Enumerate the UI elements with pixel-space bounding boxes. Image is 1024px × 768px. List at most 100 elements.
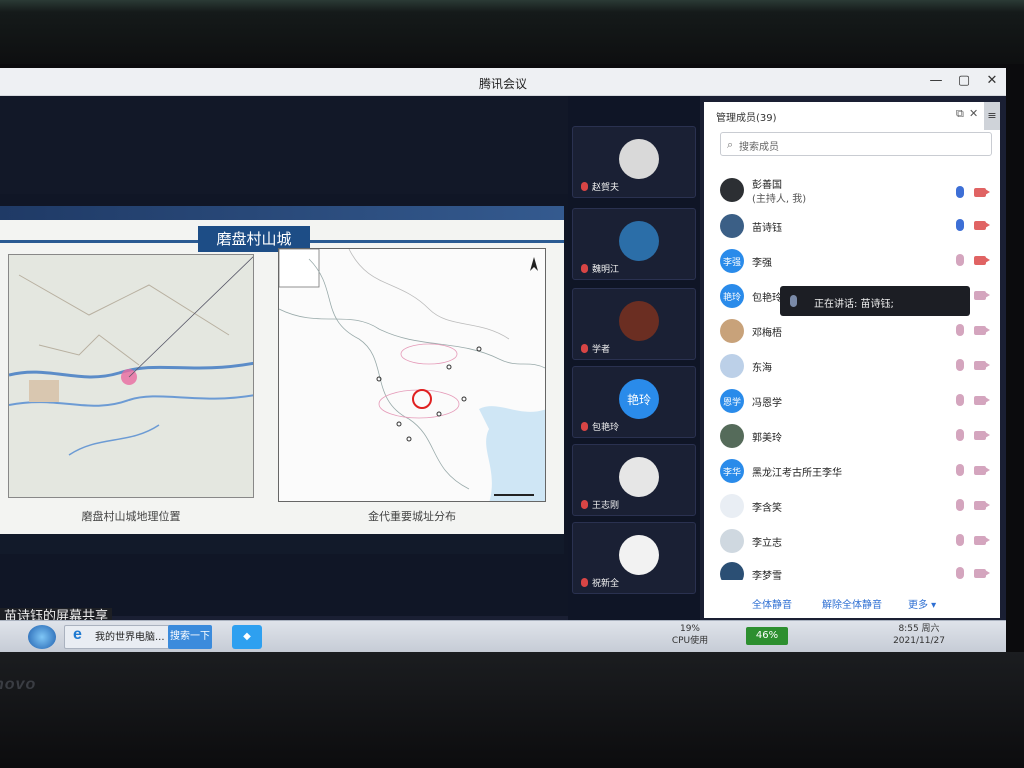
monitor-bezel-bottom xyxy=(0,652,1024,768)
member-row[interactable]: 邓梅梧 xyxy=(720,315,992,347)
camera-off-icon[interactable] xyxy=(974,361,990,370)
camera-off-icon[interactable] xyxy=(974,431,990,440)
member-avatar xyxy=(720,529,744,553)
member-name: 冯恩学 xyxy=(752,398,782,409)
caption-location-map: 磨盘村山城地理位置 xyxy=(81,511,181,523)
member-row[interactable]: 李强 李强 xyxy=(720,245,992,277)
avatar-initials: 艳玲 xyxy=(626,392,651,407)
distribution-map xyxy=(278,248,546,502)
camera-icon[interactable] xyxy=(974,188,990,197)
taskbar-search-button[interactable]: 搜索一下 xyxy=(168,625,212,649)
cpu-usage-indicator: 19% CPU使用 xyxy=(668,623,712,651)
video-tile[interactable]: 祝新全 xyxy=(572,522,696,594)
window-title: 腾讯会议 xyxy=(478,77,527,91)
video-tile[interactable]: 艳玲 包艳玲 xyxy=(572,366,696,438)
close-button[interactable]: ✕ xyxy=(984,72,1000,90)
tencent-meeting-taskbar-icon[interactable]: ◆ xyxy=(232,625,262,649)
maximize-button[interactable]: ▢ xyxy=(956,72,972,90)
shared-slide: 磨盘村山城 磨盘村山城地理位置 金代重要城址分布 xyxy=(0,206,564,626)
more-button[interactable]: 更多 ▾ xyxy=(908,596,936,611)
member-row[interactable]: 彭善国 (主持人, 我) xyxy=(720,172,992,212)
microphone-muted-icon[interactable] xyxy=(956,359,964,371)
microphone-icon[interactable] xyxy=(956,219,964,231)
video-strip[interactable]: 赵賀夫 魏明江 学者 艳玲 包艳玲 王志刚 祝新全 xyxy=(568,96,700,626)
camera-icon[interactable] xyxy=(974,221,990,230)
participant-name: 赵賀夫 xyxy=(592,183,620,193)
microphone-muted-icon[interactable] xyxy=(956,567,964,579)
camera-off-icon[interactable] xyxy=(974,569,990,578)
video-tile[interactable]: 魏明江 xyxy=(572,208,696,280)
microphone-muted-icon[interactable] xyxy=(956,534,964,546)
panel-menu-button[interactable]: ≡ xyxy=(984,102,1000,130)
video-tile[interactable]: 王志刚 xyxy=(572,444,696,516)
member-row[interactable]: 东海 xyxy=(720,350,992,382)
member-row[interactable]: 恩学 冯恩学 xyxy=(720,385,992,417)
member-name: 李梦雪 xyxy=(752,571,782,580)
mic-muted-icon xyxy=(581,182,588,191)
members-panel-footer: 全体静音 解除全体静音 更多 ▾ xyxy=(704,586,1000,618)
camera-icon[interactable] xyxy=(974,256,990,265)
microphone-muted-icon[interactable] xyxy=(956,499,964,511)
camera-off-icon[interactable] xyxy=(974,536,990,545)
member-row[interactable]: 李华 黑龙江考古所王李华 xyxy=(720,455,992,487)
minimize-button[interactable]: — xyxy=(928,72,944,90)
mute-all-button[interactable]: 全体静音 xyxy=(752,596,792,611)
member-avatar xyxy=(720,424,744,448)
participant-avatar xyxy=(619,457,659,497)
video-tile[interactable]: 赵賀夫 xyxy=(572,126,696,198)
member-name: 彭善国 xyxy=(752,180,782,191)
microphone-muted-icon[interactable] xyxy=(956,429,964,441)
microphone-muted-icon[interactable] xyxy=(956,324,964,336)
system-clock[interactable]: 8:55 周六 2021/11/27 xyxy=(874,623,964,651)
slide-body: 磨盘村山城 磨盘村山城地理位置 金代重要城址分布 xyxy=(0,220,564,534)
member-name: 李含笑 xyxy=(752,503,782,514)
participant-name: 王志刚 xyxy=(592,501,620,511)
clock-time: 8:55 周六 xyxy=(898,624,940,634)
microphone-muted-icon[interactable] xyxy=(956,394,964,406)
start-button[interactable] xyxy=(28,625,56,649)
member-row[interactable]: 李立志 xyxy=(720,525,992,557)
mic-muted-icon xyxy=(581,264,588,273)
popout-icon[interactable]: ⧉ xyxy=(956,107,964,121)
participant-avatar xyxy=(619,221,659,261)
members-panel-header: 管理成员(39) ⧉ ✕ xyxy=(704,102,1000,128)
microphone-muted-icon[interactable] xyxy=(956,464,964,476)
member-role: (主持人, 我) xyxy=(752,194,807,205)
member-row[interactable]: 李含笑 xyxy=(720,490,992,522)
member-row[interactable]: 李梦雪 xyxy=(720,558,992,580)
cpu-label: CPU使用 xyxy=(671,636,709,646)
camera-off-icon[interactable] xyxy=(974,396,990,405)
microphone-icon[interactable] xyxy=(956,186,964,198)
member-row[interactable]: 郭美玲 xyxy=(720,420,992,452)
member-avatar: 李强 xyxy=(720,249,744,273)
brand-logo: novo xyxy=(0,676,37,693)
member-avatar xyxy=(720,354,744,378)
member-name: 郭美玲 xyxy=(752,433,782,444)
camera-off-icon[interactable] xyxy=(974,326,990,335)
member-avatar: 恩学 xyxy=(720,389,744,413)
share-background xyxy=(0,96,568,194)
camera-off-icon[interactable] xyxy=(974,501,990,510)
video-tile[interactable]: 学者 xyxy=(572,288,696,360)
camera-off-icon[interactable] xyxy=(974,466,990,475)
member-name: 李立志 xyxy=(752,538,782,549)
speaking-tooltip: 正在讲话: 苗诗钰; xyxy=(780,286,970,316)
microphone-icon xyxy=(790,295,797,307)
avatar-initials: 艳玲 xyxy=(722,292,741,303)
member-search-input[interactable]: ⌕ 搜索成员 xyxy=(720,132,992,156)
unmute-all-button[interactable]: 解除全体静音 xyxy=(822,596,882,611)
member-row[interactable]: 苗诗钰 xyxy=(720,210,992,242)
battery-indicator[interactable]: 46% xyxy=(746,627,788,645)
camera-off-icon[interactable] xyxy=(974,291,990,300)
members-panel-title: 管理成员(39) xyxy=(716,113,777,124)
location-map xyxy=(8,254,254,498)
taskbar-browser[interactable]: 我的世界电脑... xyxy=(64,625,184,649)
close-panel-icon[interactable]: ✕ xyxy=(969,107,978,120)
clock-date: 2021/11/27 xyxy=(893,636,945,646)
participant-avatar xyxy=(619,139,659,179)
mic-muted-icon xyxy=(581,422,588,431)
microphone-muted-icon[interactable] xyxy=(956,254,964,266)
mic-muted-icon xyxy=(581,344,588,353)
screen-share-area: 磨盘村山城 磨盘村山城地理位置 金代重要城址分布 xyxy=(0,96,568,616)
search-icon: ⌕ xyxy=(727,138,734,151)
